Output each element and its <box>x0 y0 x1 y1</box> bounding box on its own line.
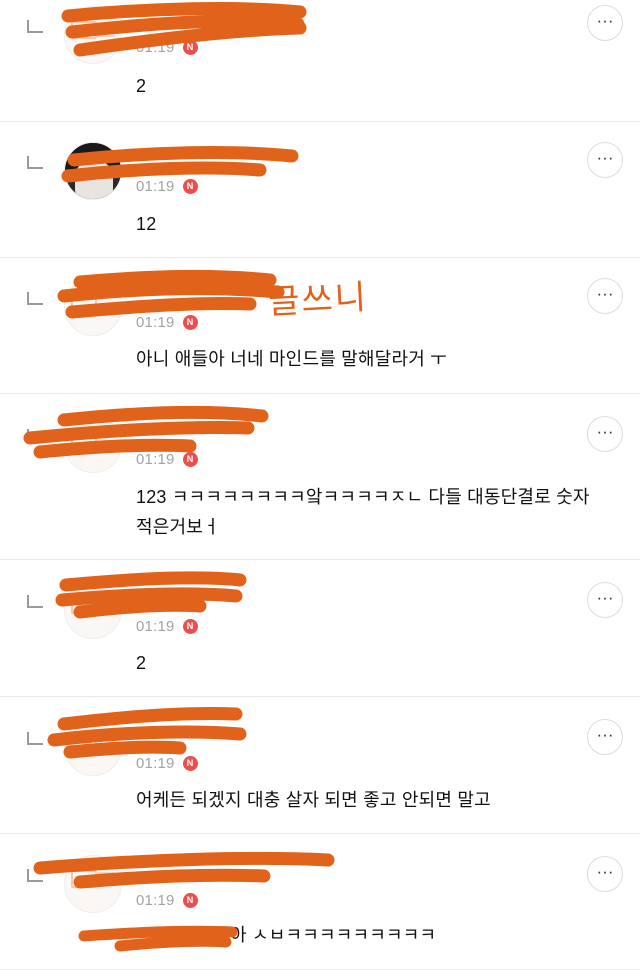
handwritten-annotation: 글쓰니 <box>267 277 370 323</box>
comment-item: 01:19 N 12 ··· <box>0 122 640 258</box>
reply-arrow-icon <box>27 732 43 745</box>
more-icon: ··· <box>596 724 614 744</box>
comment-text: 2 <box>136 653 147 673</box>
more-icon: ··· <box>596 283 614 303</box>
comment-item: 01:19 N 2 ··· <box>0 0 640 122</box>
new-badge: N <box>182 179 198 194</box>
more-options-button[interactable]: ··· <box>587 5 623 41</box>
comment-item: 01:19 N 아 ㅅㅂㅋㅋㅋㅋㅋㅋㅋㅋㅋ ··· <box>0 834 640 970</box>
reply-arrow-icon <box>27 869 43 882</box>
comment-text: 어케든 되겠지 대충 살자 되면 좋고 안되면 말고 <box>136 790 491 810</box>
comment-time: 01:19 <box>136 755 175 772</box>
comment-time: 01:19 <box>136 451 175 468</box>
comment-meta: 01:19 N <box>136 314 198 331</box>
comment-meta: 01:19 N <box>136 178 198 195</box>
new-badge: N <box>182 893 198 908</box>
new-badge: N <box>182 756 198 771</box>
reply-arrow-icon <box>27 595 43 608</box>
comment-text: 아 ㅅㅂㅋㅋㅋㅋㅋㅋㅋㅋㅋ <box>230 925 437 945</box>
avatar[interactable] <box>64 278 122 336</box>
comment-text: 아니 애들아 너네 마인드를 말해달라거 ㅜ <box>136 349 447 369</box>
avatar[interactable] <box>64 415 122 473</box>
comment-meta: 01:19 N <box>136 755 198 772</box>
reply-arrow-icon <box>27 292 43 305</box>
more-icon: ··· <box>596 147 614 167</box>
comment-item: 01:19 N 어케든 되겠지 대충 살자 되면 좋고 안되면 말고 ··· <box>0 697 640 834</box>
reply-arrow-icon <box>27 429 43 442</box>
more-options-button[interactable]: ··· <box>587 719 623 755</box>
comment-time: 01:19 <box>136 892 175 909</box>
reply-arrow-icon <box>27 20 43 33</box>
comment-item: 01:19 N 2 ··· <box>0 560 640 697</box>
comment-text: 12 <box>136 214 157 234</box>
comment-time: 01:19 <box>136 618 175 635</box>
comment-text: 123 ㅋㅋㅋㅋㅋㅋㅋㅋ앜ㅋㅋㅋㅋㅈㄴ 다들 대동단결로 숫자적은거보ㅓ <box>136 487 590 537</box>
comment-meta: 01:19 N <box>136 618 198 635</box>
comment-item: 01:19 N 123 ㅋㅋㅋㅋㅋㅋㅋㅋ앜ㅋㅋㅋㅋㅈㄴ 다들 대동단결로 숫자적… <box>0 394 640 560</box>
avatar[interactable] <box>64 6 122 64</box>
more-options-button[interactable]: ··· <box>587 278 623 314</box>
new-badge: N <box>182 40 198 55</box>
more-icon: ··· <box>596 587 614 607</box>
comment-list: 01:19 N 2 ··· 01:19 N 12 ··· 01:19 N 아니 … <box>0 0 640 970</box>
more-icon: ··· <box>596 861 614 881</box>
comment-meta: 01:19 N <box>136 892 198 909</box>
comment-time: 01:19 <box>136 178 175 195</box>
comment-time: 01:19 <box>136 314 175 331</box>
new-badge: N <box>182 315 198 330</box>
more-options-button[interactable]: ··· <box>587 416 623 452</box>
avatar[interactable] <box>64 855 122 913</box>
more-icon: ··· <box>596 421 614 441</box>
comment-meta: 01:19 N <box>136 39 198 56</box>
new-badge: N <box>182 619 198 634</box>
more-options-button[interactable]: ··· <box>587 142 623 178</box>
avatar[interactable] <box>64 718 122 776</box>
avatar[interactable] <box>64 581 122 639</box>
more-options-button[interactable]: ··· <box>587 582 623 618</box>
comment-meta: 01:19 N <box>136 451 198 468</box>
comment-text: 2 <box>136 76 147 96</box>
reply-arrow-icon <box>27 156 43 169</box>
comment-time: 01:19 <box>136 39 175 56</box>
more-options-button[interactable]: ··· <box>587 856 623 892</box>
new-badge: N <box>182 452 198 467</box>
more-icon: ··· <box>596 10 614 30</box>
avatar[interactable] <box>64 142 122 200</box>
